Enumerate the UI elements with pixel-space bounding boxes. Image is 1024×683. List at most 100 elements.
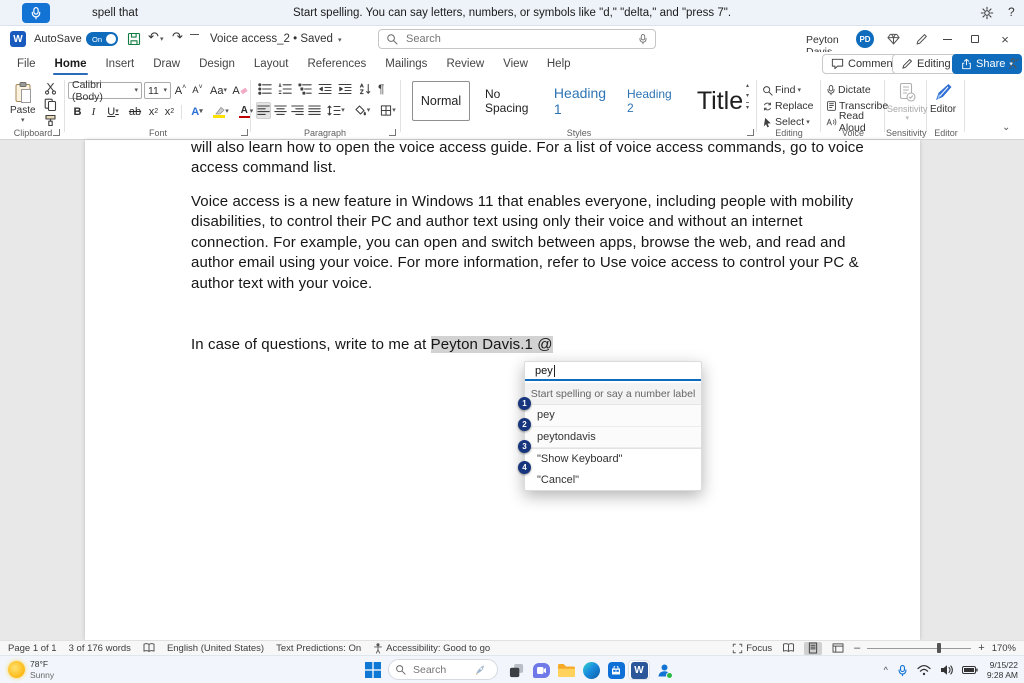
minimize-button[interactable] [938, 30, 956, 48]
voice-settings-gear-icon[interactable] [980, 6, 994, 20]
bold-button[interactable]: B [70, 103, 85, 120]
styles-scroll-up-icon[interactable]: ▴ [746, 82, 749, 89]
tab-help[interactable]: Help [545, 52, 573, 76]
style-heading-2[interactable]: Heading 2 [621, 81, 683, 121]
undo-dropdown-icon[interactable]: ▾ [160, 36, 164, 43]
multilevel-list-button[interactable] [298, 83, 312, 95]
selected-text[interactable]: Peyton Davis.1 @ [431, 336, 553, 353]
clipboard-dialog-launcher[interactable] [53, 129, 60, 136]
number-label-4[interactable]: 4 [518, 461, 531, 474]
start-button[interactable] [362, 660, 384, 680]
clock[interactable]: 9/15/22 9:28 AM [987, 660, 1018, 681]
taskbar-search-box[interactable] [388, 659, 498, 680]
style-heading-1[interactable]: Heading 1 [548, 81, 612, 121]
taskbar-search-input[interactable] [411, 663, 469, 677]
people-icon[interactable] [653, 660, 675, 680]
tab-draw[interactable]: Draw [151, 52, 182, 76]
tab-design[interactable]: Design [197, 52, 237, 76]
tab-file[interactable]: File [15, 52, 38, 76]
styles-dialog-launcher[interactable] [747, 129, 754, 136]
accessibility-indicator[interactable]: Accessibility: Good to go [373, 643, 490, 654]
focus-button[interactable]: Focus [732, 643, 772, 654]
weather-sun-icon[interactable] [8, 661, 25, 678]
maximize-button[interactable] [966, 30, 984, 48]
bullets-button[interactable] [258, 83, 272, 95]
document-page[interactable]: will also learn how to open the voice ac… [85, 140, 920, 640]
zoom-slider-thumb[interactable] [937, 643, 941, 653]
suggestion-item-4[interactable]: "Cancel" [525, 470, 701, 492]
italic-button[interactable]: I [86, 103, 101, 120]
premium-diamond-icon[interactable] [884, 30, 902, 48]
close-button[interactable]: × [996, 30, 1014, 48]
tab-references[interactable]: References [305, 52, 368, 76]
voice-access-tray-mic-icon[interactable] [897, 664, 908, 677]
read-mode-button[interactable] [779, 642, 797, 655]
font-dialog-launcher[interactable] [241, 129, 248, 136]
grow-font-button[interactable]: A˄ [173, 82, 188, 99]
zoom-out-button[interactable]: – [854, 642, 860, 654]
proofing-icon[interactable] [143, 643, 155, 653]
redo-icon[interactable]: ↷ [172, 29, 183, 45]
language-indicator[interactable]: English (United States) [167, 643, 264, 654]
tab-view[interactable]: View [501, 52, 530, 76]
editor-button[interactable]: Editor [930, 82, 956, 115]
subscript-button[interactable]: x2 [146, 103, 161, 120]
tab-insert[interactable]: Insert [103, 52, 136, 76]
suggestion-item-1[interactable]: pey [525, 405, 701, 427]
change-case-button[interactable]: Aa▾ [207, 82, 230, 99]
taskbar-chevron-up-icon[interactable]: ^ [884, 665, 888, 675]
superscript-button[interactable]: x2 [162, 103, 177, 120]
battery-icon[interactable] [962, 664, 978, 676]
align-center-button[interactable] [273, 102, 288, 119]
highlight-color-button[interactable]: ▾ [209, 103, 233, 120]
borders-button[interactable]: ▾ [376, 102, 400, 119]
style-normal[interactable]: Normal [412, 81, 470, 121]
file-explorer-icon[interactable] [555, 660, 577, 680]
align-left-button[interactable] [256, 102, 271, 119]
word-taskbar-icon[interactable]: W [628, 660, 650, 680]
draw-pen-icon[interactable] [912, 30, 930, 48]
avatar[interactable]: PD [856, 30, 874, 48]
autosave-toggle[interactable]: On [86, 32, 118, 46]
decrease-indent-button[interactable] [318, 83, 332, 95]
format-painter-icon[interactable] [44, 114, 57, 127]
quick-access-overflow-icon[interactable] [190, 34, 199, 35]
number-label-3[interactable]: 3 [518, 440, 531, 453]
shrink-font-button[interactable]: A˅ [190, 82, 205, 99]
style-no-spacing[interactable]: No Spacing [479, 81, 539, 121]
document-title[interactable]: Voice access_2 • Saved▾ [210, 33, 341, 45]
sort-button[interactable] [358, 83, 372, 95]
app-search-input[interactable] [404, 32, 638, 46]
style-title[interactable]: Title [692, 81, 748, 121]
cut-icon[interactable] [44, 82, 57, 95]
zoom-slider[interactable] [867, 648, 971, 649]
justify-button[interactable] [307, 102, 322, 119]
font-size-combo[interactable]: 11 ▾ [144, 82, 171, 99]
wifi-icon[interactable] [917, 664, 931, 676]
text-effects-button[interactable]: A▾ [186, 103, 208, 120]
dictate-button[interactable]: Dictate [826, 82, 871, 98]
microsoft-store-icon[interactable] [605, 660, 627, 680]
task-view-button[interactable] [505, 660, 527, 680]
show-paragraph-marks-button[interactable]: ¶ [378, 83, 384, 95]
styles-more-icon[interactable]: ▾ [746, 102, 749, 111]
font-name-combo[interactable]: Calibri (Body) ▾ [68, 82, 142, 99]
tab-layout[interactable]: Layout [252, 52, 291, 76]
spelling-input[interactable]: pey [525, 362, 701, 381]
number-label-2[interactable]: 2 [518, 418, 531, 431]
strikethrough-button[interactable]: ab [125, 103, 145, 120]
undo-icon[interactable]: ↶ [148, 29, 159, 45]
web-layout-button[interactable] [829, 642, 847, 655]
app-search-box[interactable] [378, 29, 656, 49]
zoom-in-button[interactable]: + [978, 642, 984, 654]
underline-button[interactable]: U▾ [102, 103, 124, 120]
chat-icon[interactable] [530, 660, 552, 680]
edge-icon[interactable] [580, 660, 602, 680]
weather-widget[interactable]: 78°F Sunny [30, 659, 54, 680]
tab-mailings[interactable]: Mailings [383, 52, 429, 76]
paragraph-dialog-launcher[interactable] [389, 129, 396, 136]
line-spacing-button[interactable]: ▾ [324, 102, 348, 119]
suggestion-item-3[interactable]: "Show Keyboard" [525, 448, 701, 470]
word-app-icon[interactable]: W [10, 31, 26, 47]
zoom-level[interactable]: 170% [992, 643, 1016, 654]
